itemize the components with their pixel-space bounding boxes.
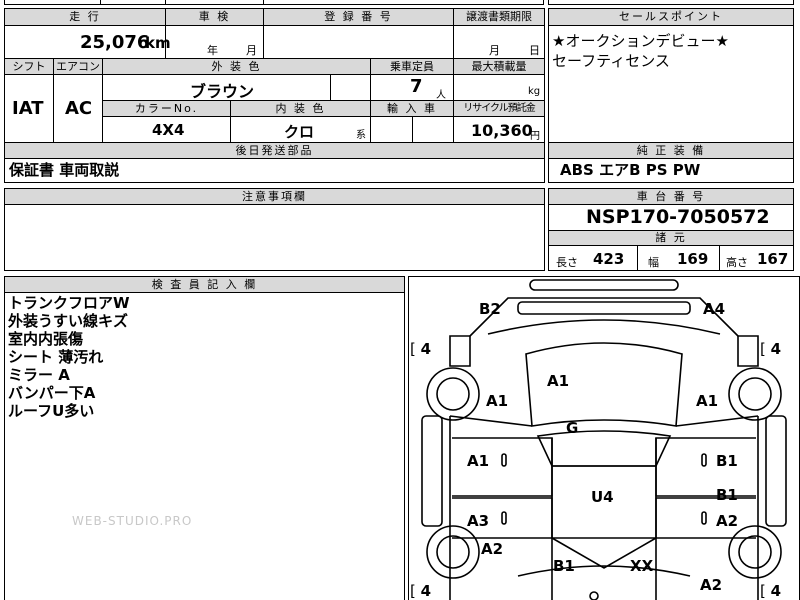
standard-equipment-value: ABS エアB PS PW — [560, 161, 701, 179]
color-no-value: 4X4 — [152, 121, 185, 139]
shift-value: IAT — [12, 98, 44, 119]
upper-windshield — [487, 319, 721, 335]
left-side-skirt — [421, 415, 443, 527]
damage-mark: B1 — [716, 452, 738, 470]
damage-mark: A1 — [486, 392, 509, 410]
deadline-day-unit: 日 — [529, 44, 540, 57]
mileage-label: 走 行 — [5, 9, 165, 25]
transfer-deadline-label: 譲渡書類期限 — [454, 9, 544, 25]
damage-mark: U4 — [591, 488, 614, 506]
tire-code-front-left: [ 4 — [410, 582, 432, 600]
inspector-note: シート 薄汚れ — [8, 348, 104, 366]
damage-mark: G — [566, 419, 579, 437]
height-value: 167 — [757, 250, 789, 268]
right-side-skirt — [765, 415, 787, 527]
wheel-front-left — [426, 525, 480, 579]
wheel-rear-right — [728, 367, 782, 421]
sales-point-panel — [548, 8, 794, 143]
height-label: 高さ — [726, 256, 748, 269]
length-value: 423 — [593, 250, 625, 268]
mileage-unit: km — [145, 34, 171, 52]
damage-mark: A2 — [481, 540, 504, 558]
right-mirror — [737, 335, 759, 367]
right-front-door — [655, 437, 756, 497]
inspector-note: バンパー下A — [8, 384, 96, 402]
damage-mark: A1 — [547, 372, 570, 390]
interior-color-value: クロ — [284, 123, 315, 141]
chassis-no-label: 車 台 番 号 — [549, 189, 793, 204]
chassis-no-value: NSP170-7050572 — [586, 206, 770, 228]
damage-mark: B2 — [479, 300, 501, 318]
inspector-note: ルーフU多い — [8, 402, 95, 420]
aircon-label: エアコン — [54, 59, 102, 74]
watermark: WEB-STUDIO.PRO — [72, 514, 193, 528]
caution-label: 注意事項欄 — [5, 189, 544, 204]
shift-label: シフト — [5, 59, 53, 74]
capacity-label: 乗車定員 — [371, 59, 453, 74]
capacity-unit: 人 — [436, 90, 446, 101]
deadline-month-unit: 月 — [489, 44, 500, 57]
damage-mark: B1 — [716, 486, 738, 504]
tire-code-rear-left: [ 4 — [410, 340, 432, 358]
top-strip — [4, 0, 544, 5]
interior-kei-unit: 系 — [356, 130, 366, 141]
mileage-value: 25,076 — [80, 32, 150, 53]
later-parts-label: 後日発送部品 — [5, 143, 544, 158]
damage-mark: XX — [630, 557, 654, 575]
width-label: 幅 — [648, 256, 659, 269]
roof-outline — [469, 297, 739, 337]
damage-mark: B1 — [553, 557, 575, 575]
sunroof — [536, 430, 672, 467]
damage-mark: A1 — [467, 452, 490, 470]
inspector-note: トランクフロアW — [8, 294, 130, 312]
front-bumper-strip — [529, 279, 679, 291]
exterior-color-label: 外 装 色 — [103, 59, 370, 74]
damage-mark: A2 — [700, 576, 723, 594]
damage-mark: A3 — [467, 512, 490, 530]
recycle-value: 10,360 — [471, 121, 533, 140]
left-mirror — [449, 335, 471, 367]
recycle-label: リサイクル預託金 — [454, 101, 544, 116]
damage-mark: A4 — [703, 300, 726, 318]
wheel-rear-left — [426, 367, 480, 421]
later-parts-value: 保証書 車両取説 — [9, 161, 120, 179]
max-load-label: 最大積載量 — [454, 59, 544, 74]
sales-point-1: ★オークションデビュー★ — [552, 32, 729, 50]
registration-label: 登 録 番 号 — [264, 9, 453, 25]
inspector-note: ミラー A — [8, 366, 70, 384]
inspection-year-unit: 年 — [207, 44, 218, 57]
length-label: 長さ — [556, 256, 578, 269]
inspector-notes-list: トランクフロアW 外装うすい線キズ 室内内張傷 シート 薄汚れ ミラー A バン… — [8, 294, 130, 420]
max-load-unit: kg — [528, 86, 541, 97]
inspector-note: 室内内張傷 — [8, 330, 84, 348]
roof-bar — [517, 301, 691, 315]
wheel-front-right — [728, 525, 782, 579]
exterior-color-value: ブラウン — [190, 82, 255, 101]
recycle-unit: 円 — [530, 131, 540, 142]
inspection-label: 車 検 — [166, 9, 263, 25]
damage-mark: A1 — [696, 392, 719, 410]
standard-equipment-label: 純 正 装 備 — [549, 143, 793, 158]
aircon-value: AC — [65, 98, 93, 119]
sales-point-2: セーフティセンス — [552, 52, 670, 70]
car-diagram — [421, 279, 787, 600]
inspection-month-unit: 月 — [246, 44, 257, 57]
tire-code-rear-right: [ 4 — [760, 340, 782, 358]
color-no-label: カラーNo. — [103, 101, 230, 116]
interior-color-label: 内 装 色 — [231, 101, 370, 116]
damage-mark: A2 — [716, 512, 739, 530]
capacity-value: 7 — [410, 76, 423, 97]
specs-label: 諸 元 — [549, 231, 793, 245]
vehicle-info-table — [4, 8, 545, 143]
width-value: 169 — [677, 250, 709, 268]
tire-code-front-right: [ 4 — [760, 582, 782, 600]
import-label: 輸 入 車 — [371, 101, 453, 116]
inspector-label: 検 査 員 記 入 欄 — [5, 277, 404, 292]
sales-point-label: セールスポイント — [549, 9, 793, 25]
inspector-note: 外装うすい線キズ — [8, 312, 129, 330]
